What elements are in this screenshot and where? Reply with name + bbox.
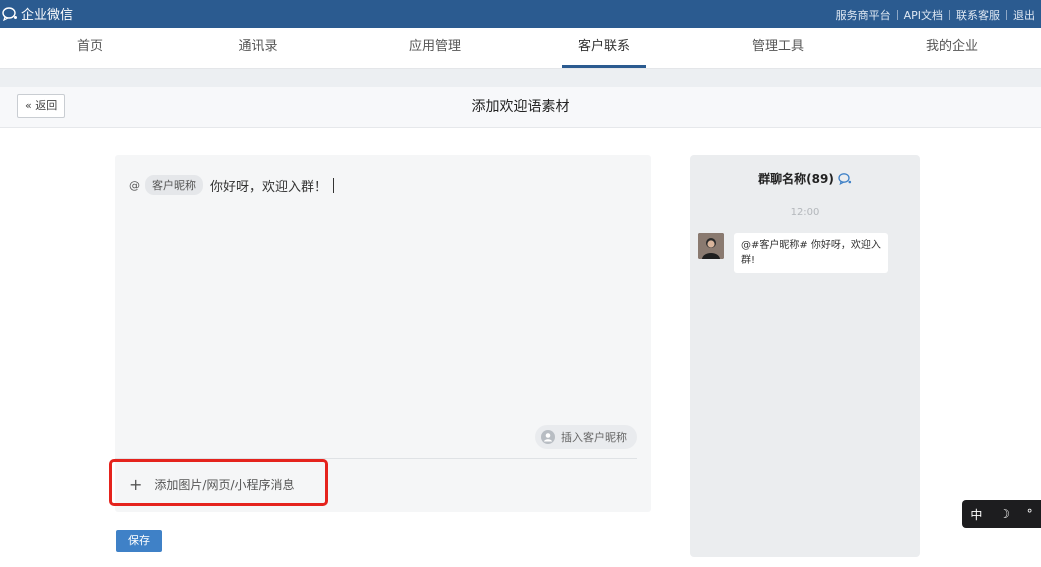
nickname-tag: 客户昵称 (145, 175, 203, 195)
tab-label: 客户联系 (577, 39, 630, 54)
top-links: 服务商平台 API文档 联系客服 退出 (836, 7, 1035, 23)
top-bar: 企业微信 服务商平台 API文档 联系客服 退出 (0, 0, 1041, 28)
tab-label: 我的企业 (925, 39, 978, 54)
spacer-strip (0, 69, 1041, 87)
api-docs-link[interactable]: API文档 (904, 7, 943, 23)
page-title: 添加欢迎语素材 (471, 99, 570, 115)
wework-chat-icon (838, 172, 851, 185)
active-tab-indicator (562, 65, 646, 68)
tab-admin-tools[interactable]: 管理工具 (738, 28, 818, 68)
plus-icon: + (129, 475, 143, 494)
degree-icon: ° (1026, 507, 1033, 521)
moon-icon: ☽ (999, 507, 1010, 521)
message-time: 12:00 (790, 207, 820, 218)
message-bubble: @#客户昵称# 你好呀，欢迎入群! (734, 233, 888, 273)
editor-content[interactable]: @ 客户昵称 你好呀，欢迎入群！ (129, 175, 335, 195)
insert-nickname-button[interactable]: 插入客户昵称 (535, 425, 637, 449)
welcome-message-editor[interactable]: @ 客户昵称 你好呀，欢迎入群！ 插入客户昵称 + 添加图片/网页/小程序消息 (115, 155, 651, 512)
tab-home[interactable]: 首页 (55, 28, 125, 68)
divider (896, 10, 898, 20)
main-nav: 首页 通讯录 应用管理 客户联系 管理工具 我的企业 (0, 28, 1041, 69)
add-media-button[interactable]: + 添加图片/网页/小程序消息 (115, 460, 295, 509)
tab-contacts[interactable]: 通讯录 (223, 28, 293, 68)
tab-label: 通讯录 (238, 39, 278, 54)
group-name: 群聊名称(89) (758, 172, 834, 186)
logout-link[interactable]: 退出 (1013, 7, 1035, 23)
user-icon (541, 430, 555, 444)
service-platform-link[interactable]: 服务商平台 (836, 7, 891, 23)
at-icon: @ (129, 178, 140, 192)
back-button[interactable]: « 返回 (17, 94, 66, 118)
divider (949, 10, 950, 20)
avatar (698, 233, 724, 259)
add-media-label: 添加图片/网页/小程序消息 (154, 478, 295, 492)
editor-divider (115, 458, 637, 459)
chat-preview: 群聊名称(89) 12:00 @#客户昵称# 你好呀，欢迎入群! (690, 155, 920, 557)
sub-header: 添加欢迎语素材 « 返回 (0, 87, 1041, 128)
brand-logo[interactable]: 企业微信 (2, 4, 73, 23)
message-text: 你好呀，欢迎入群！ (210, 179, 328, 195)
ime-language-label: 中 (970, 507, 983, 522)
tab-label: 管理工具 (751, 39, 804, 54)
tab-my-enterprise[interactable]: 我的企业 (912, 28, 992, 68)
insert-nickname-label: 插入客户昵称 (561, 431, 627, 444)
divider (1006, 10, 1007, 20)
preview-header: 群聊名称(89) (690, 170, 920, 187)
tab-customer-contact[interactable]: 客户联系 (562, 28, 646, 68)
wework-logo-icon (2, 6, 17, 21)
save-button[interactable]: 保存 (116, 530, 162, 552)
tab-label: 应用管理 (408, 39, 461, 54)
text-caret (333, 177, 335, 193)
tab-label: 首页 (76, 39, 103, 54)
brand-name: 企业微信 (21, 8, 74, 23)
ime-indicator[interactable]: 中 ☽ ° (962, 500, 1041, 528)
tab-app-management[interactable]: 应用管理 (395, 28, 475, 68)
contact-support-link[interactable]: 联系客服 (956, 7, 1000, 23)
